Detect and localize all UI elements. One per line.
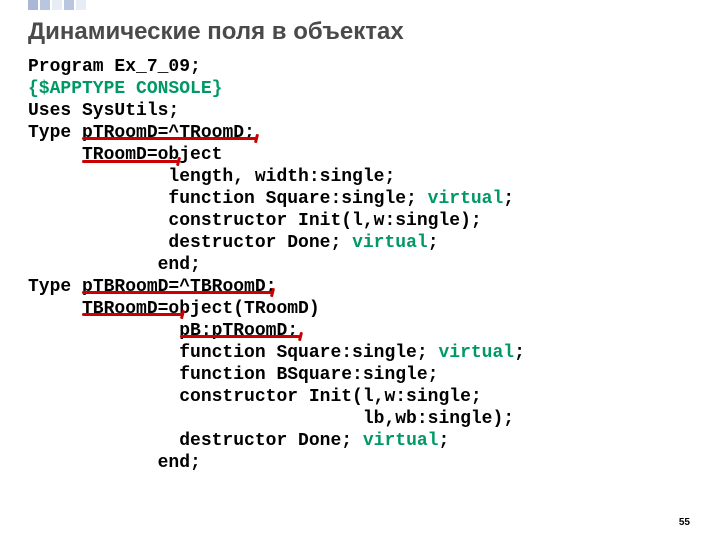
code-line: lb,wb:single); <box>28 409 514 429</box>
keyword-virtual: virtual <box>438 343 514 363</box>
code-block: Program Ex_7_09; {$APPTYPE CONSOLE} Uses… <box>28 56 525 474</box>
code-line: destructor Done; <box>28 233 352 253</box>
code-line: constructor Init(l,w:single); <box>28 211 482 231</box>
code-line: Uses SysUtils; <box>28 101 179 121</box>
decorative-squares <box>28 0 86 10</box>
code-line: Type <box>28 277 82 297</box>
code-line: Type <box>28 123 82 143</box>
code-line: function Square:single; <box>28 343 438 363</box>
red-underline <box>180 335 300 338</box>
keyword-virtual: virtual <box>428 189 504 209</box>
code-line: {$APPTYPE CONSOLE} <box>28 79 222 99</box>
code-line: TBRoomD=object(TRoomD) <box>28 299 320 319</box>
code-line: destructor Done; <box>28 431 363 451</box>
keyword-virtual: virtual <box>352 233 428 253</box>
code-line: ; <box>503 189 514 209</box>
keyword-virtual: virtual <box>363 431 439 451</box>
code-line: Program Ex_7_09; <box>28 57 201 77</box>
red-underline <box>82 137 256 140</box>
code-underlined: pTBRoomD=^TBRoomD; <box>82 277 276 297</box>
code-line: end; <box>28 453 201 473</box>
code-line: constructor Init(l,w:single; <box>28 387 482 407</box>
code-line: ; <box>438 431 449 451</box>
code-line: function BSquare:single; <box>28 365 438 385</box>
code-line: ; <box>514 343 525 363</box>
code-line: end; <box>28 255 201 275</box>
red-underline <box>82 313 182 316</box>
page-number: 55 <box>679 517 690 528</box>
red-underline <box>82 160 178 163</box>
code-underlined: pTRoomD=^TRoomD; <box>82 123 255 143</box>
code-line: pB:pTRoomD; <box>28 321 298 341</box>
code-line: function Square:single; <box>28 189 428 209</box>
code-line: length, width:single; <box>28 167 395 187</box>
code-line: ; <box>428 233 439 253</box>
slide-title: Динамические поля в объектах <box>28 18 404 46</box>
red-underline <box>82 291 272 294</box>
